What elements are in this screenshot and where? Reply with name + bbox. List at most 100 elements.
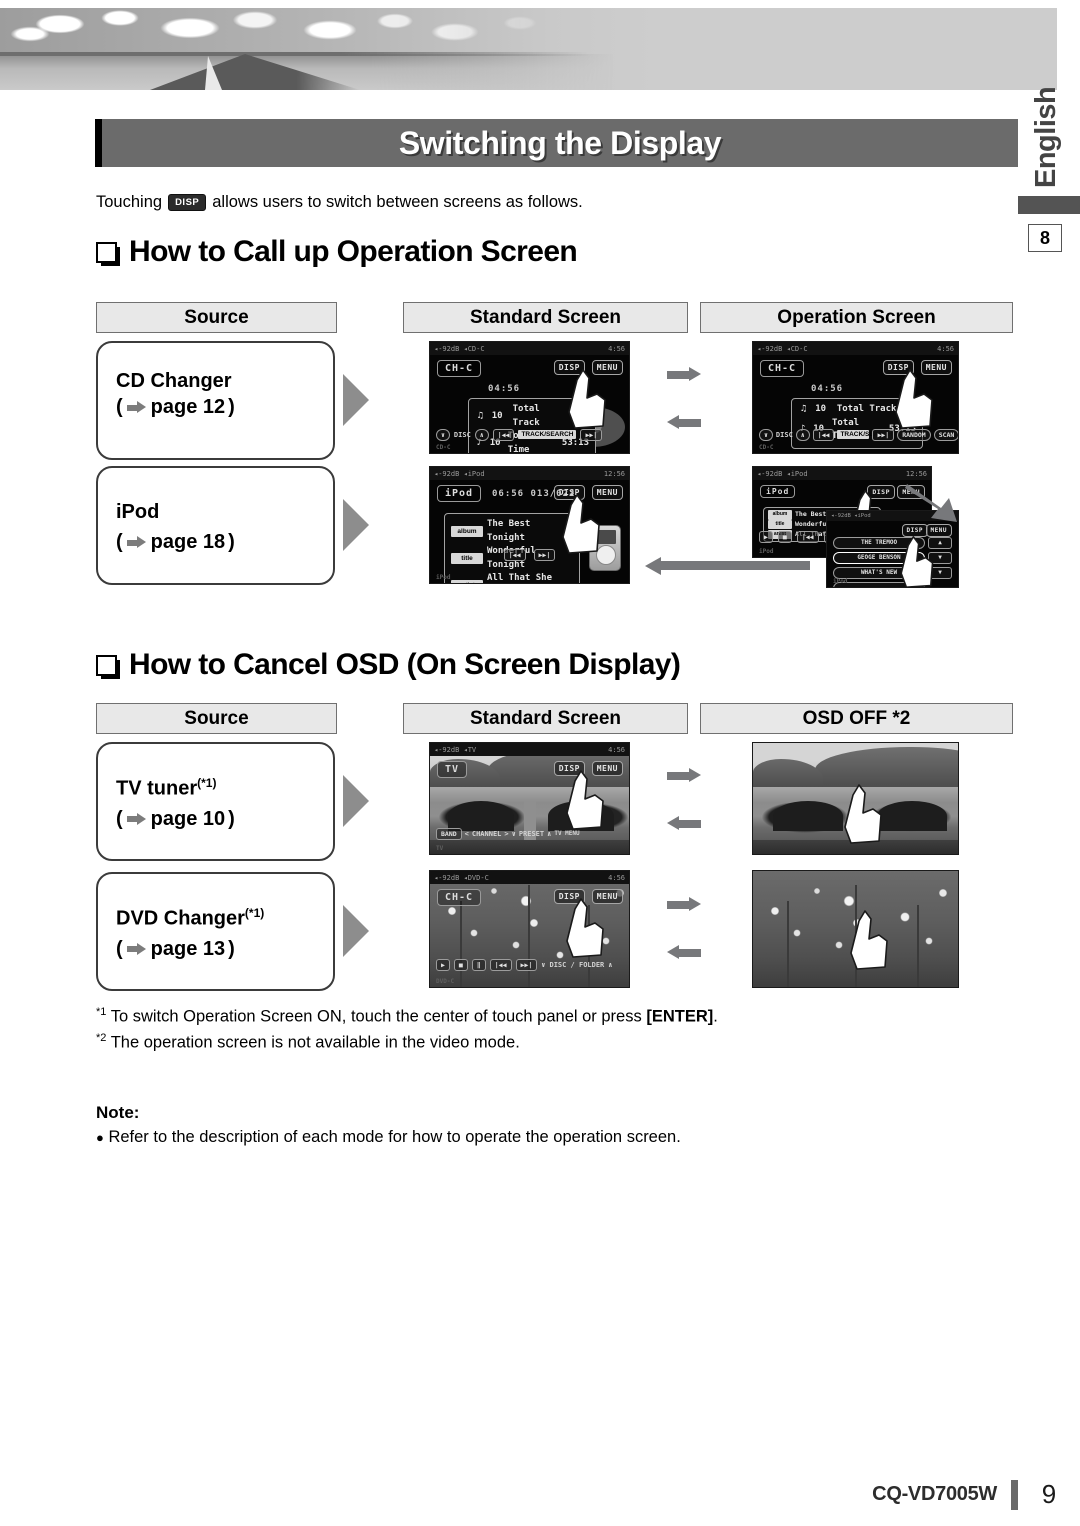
- status-left: ◂-92dB ◂iPod: [757, 469, 808, 478]
- screen-control-row: ∨ DISC ∧ |◀◀ TRACK/SEARCH ▶▶|: [436, 428, 625, 441]
- flow-arrow-left-tv: [667, 816, 701, 831]
- channel-prev-icon[interactable]: <: [465, 830, 469, 838]
- screen-foot-label: iPod: [759, 548, 774, 555]
- disc-down-icon[interactable]: ∨: [541, 961, 545, 969]
- tag-artist: artist: [451, 579, 483, 583]
- status-left: ◂-92dB ◂CD-C: [757, 344, 808, 353]
- flow-arrow-right-tv: [667, 768, 701, 783]
- preset-label: PRESET: [518, 829, 545, 838]
- disc-down-button[interactable]: ∨: [436, 428, 450, 441]
- disc-up-button[interactable]: ∧: [474, 428, 489, 441]
- touch-hand-icon: [839, 783, 885, 845]
- touch-hand-icon: [896, 535, 942, 587]
- preset-up-icon[interactable]: ∧: [547, 830, 551, 838]
- source-page-ref-tv-tuner: (page 10): [116, 807, 235, 830]
- screen-time: 04:56: [488, 384, 521, 394]
- track-prev-button[interactable]: |◀◀: [492, 428, 515, 441]
- footnote-1: *1 To switch Operation Screen ON, touch …: [96, 1006, 718, 1027]
- status-right: 12:56: [905, 469, 927, 478]
- screen-control-row: ▶ ■ ‖ |◀◀ ▶▶| ∨ DISC / FOLDER ∧: [436, 958, 625, 971]
- touch-hand-icon: [557, 493, 603, 555]
- random-button[interactable]: RANDOM: [897, 428, 931, 441]
- screen-source-label[interactable]: CH-C: [437, 889, 482, 906]
- band-button[interactable]: BAND: [436, 827, 462, 840]
- note-item-text: Refer to the description of each mode fo…: [108, 1128, 681, 1146]
- touch-hand-icon: [561, 769, 607, 831]
- arrow-right-icon: [126, 536, 146, 549]
- touch-hand-icon: [890, 368, 936, 430]
- col-header-standard-1: Standard Screen: [403, 302, 688, 333]
- status-bar: ◂-92dB ◂CD-C 4:56: [753, 342, 958, 355]
- touch-hand-icon: [563, 368, 609, 430]
- status-right: 4:56: [608, 873, 625, 882]
- track-prev-button[interactable]: |◀◀: [812, 428, 835, 441]
- touch-hand-icon: [845, 909, 891, 971]
- screen-time: 04:56: [811, 384, 844, 394]
- track-prev-button[interactable]: |◀◀: [503, 548, 526, 561]
- source-name-cd-changer: CD Changer: [116, 370, 232, 392]
- disc-label: DISC: [775, 430, 793, 439]
- track-next-button[interactable]: ▶▶|: [515, 958, 538, 971]
- screen-tv-osd-off: [752, 742, 959, 855]
- status-right: 12:56: [603, 469, 625, 478]
- status-left: ◂-92dB ◂CD-C: [434, 344, 485, 353]
- tag-album: album: [451, 525, 483, 538]
- hill-shape: [815, 747, 958, 791]
- col-header-standard-2: Standard Screen: [403, 703, 688, 734]
- stop-button[interactable]: ■: [777, 530, 792, 543]
- col-header-source-2: Source: [96, 703, 337, 734]
- screen-foot-label: CD-C: [759, 444, 774, 451]
- section-heading-1-label: How to Call up Operation Screen: [129, 235, 578, 268]
- source-box-tv-tuner: TV tuner(*1) (page 10): [96, 742, 335, 861]
- disc-up-button[interactable]: ∧: [795, 428, 810, 441]
- status-right: 4:56: [937, 344, 954, 353]
- footnote-marker: (*1): [197, 776, 217, 790]
- scan-button[interactable]: SCAN: [933, 428, 958, 441]
- footnote-2-text: The operation screen is not available in…: [110, 1033, 520, 1052]
- language-label: English: [1030, 86, 1062, 188]
- source-page-ref-cd-changer: (page 12): [116, 396, 235, 418]
- square-bullet-icon: [96, 654, 117, 676]
- track-prev-button[interactable]: |◀◀: [796, 530, 819, 543]
- status-bar: ◂-92dB ◂DVD-C 4:56: [430, 871, 629, 884]
- track-next-button[interactable]: ▶▶|: [533, 548, 556, 561]
- screen-dvd-osd-off: [752, 870, 959, 988]
- track-next-button[interactable]: ▶▶|: [872, 428, 895, 441]
- screen-foot-label: iPod: [833, 578, 848, 585]
- status-left: ◂-92dB ◂iPod: [434, 469, 485, 478]
- play-button[interactable]: ▶: [759, 530, 773, 543]
- screen-source-label[interactable]: iPod: [760, 485, 796, 498]
- pause-button[interactable]: ‖: [471, 958, 486, 971]
- arrow-right-icon: [126, 401, 146, 414]
- language-tab: English: [1018, 86, 1080, 188]
- disc-up-icon[interactable]: ∧: [608, 961, 612, 969]
- banner-road-line-center: [205, 56, 222, 90]
- tv-menu-button[interactable]: TV MENU: [554, 830, 579, 837]
- track-search-label: TRACK/SEARCH: [518, 430, 577, 440]
- status-bar: ◂-92dB ◂iPod 12:56: [430, 467, 629, 480]
- info-number: 10: [815, 404, 827, 414]
- play-button[interactable]: ▶: [436, 958, 450, 971]
- flow-arrow-left-ipod: [645, 556, 810, 575]
- screen-source-label[interactable]: CH-C: [760, 360, 805, 377]
- screen-source-label[interactable]: CH-C: [437, 360, 482, 377]
- screen-control-row: ∨ DISC ∧ |◀◀ TRACK/SEARCH ▶▶| RANDOM SCA…: [759, 428, 958, 441]
- screen-source-label[interactable]: TV: [437, 761, 468, 778]
- intro-paragraph: Touching DISP allows users to switch bet…: [96, 193, 583, 212]
- bridge-arch-left: [448, 801, 514, 831]
- page-number: 9: [1041, 1479, 1057, 1509]
- stop-button[interactable]: ■: [453, 958, 468, 971]
- stem: [917, 905, 919, 987]
- stem: [528, 885, 530, 987]
- col-header-operation-1: Operation Screen: [700, 302, 1013, 333]
- track-search-label: TRACK/SEARCH: [837, 430, 892, 440]
- disc-down-button[interactable]: ∨: [759, 428, 773, 441]
- track-next-button[interactable]: ▶▶|: [580, 428, 603, 441]
- screen-source-label[interactable]: iPod: [437, 485, 482, 502]
- footnote-marker: (*1): [244, 906, 265, 920]
- status-bar: ◂-92dB ◂TV 4:56: [430, 743, 629, 756]
- preset-down-icon[interactable]: ∨: [512, 830, 516, 838]
- track-prev-button[interactable]: |◀◀: [489, 958, 512, 971]
- status-left: ◂-92dB ◂TV: [434, 745, 477, 754]
- channel-next-icon[interactable]: >: [504, 830, 508, 838]
